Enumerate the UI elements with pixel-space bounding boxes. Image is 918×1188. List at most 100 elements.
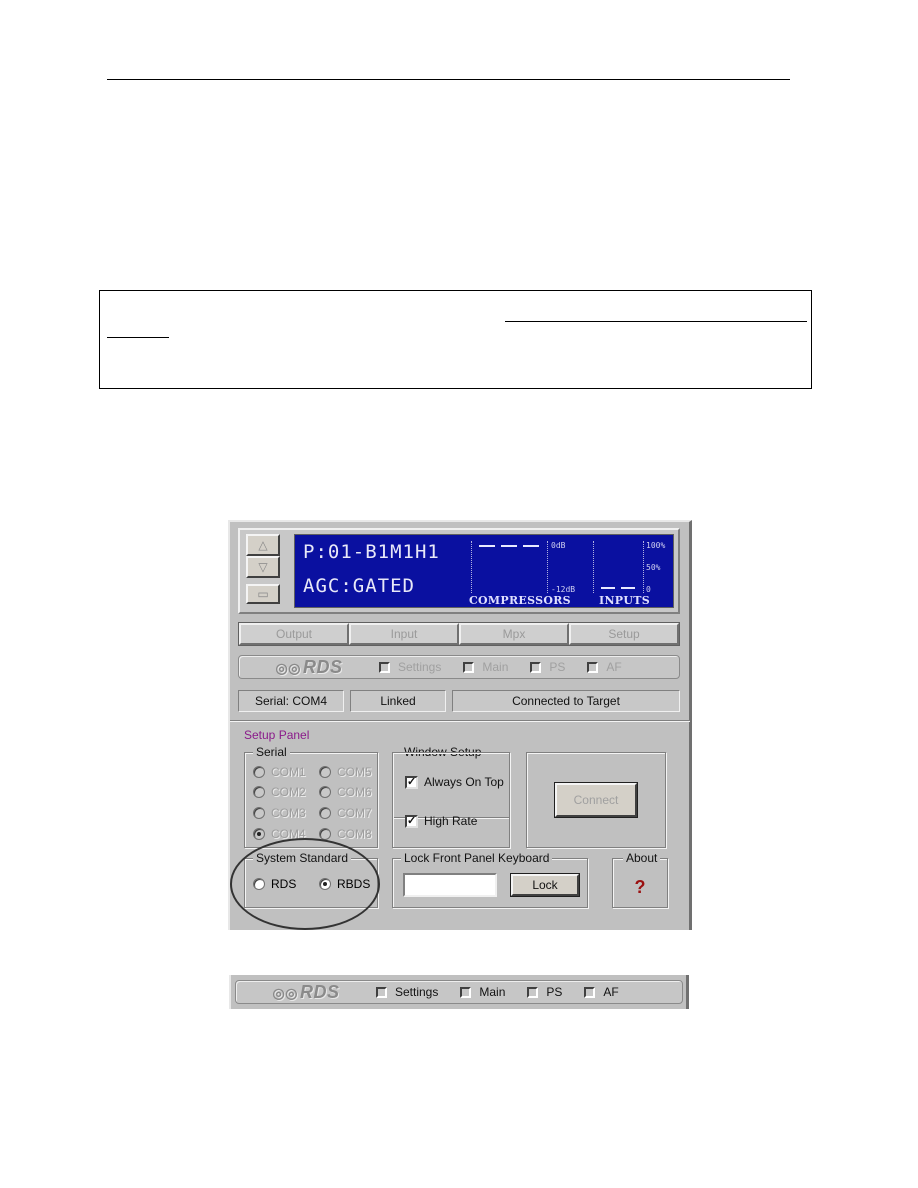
compressor-top-label: 0dB — [551, 541, 566, 550]
input-mid-label: 50% — [646, 563, 661, 572]
rds-item-label: Main — [479, 985, 506, 999]
main-tabs: Output Input Mpx Setup — [238, 622, 680, 646]
rds-item-label: AF — [606, 660, 622, 674]
compressor-bottom-label: -12dB — [551, 585, 576, 594]
radio-icon — [253, 766, 265, 778]
rds-logo: ◎◎ RDS — [239, 657, 379, 678]
radio-label: COM7 — [337, 806, 372, 820]
setup-panel-title: Setup Panel — [244, 728, 310, 742]
rds-rings-icon: ◎◎ — [275, 659, 301, 676]
lock-keyboard-label: Lock Front Panel Keyboard — [401, 851, 553, 865]
radio-label: COM3 — [271, 806, 306, 820]
rds-item-label: Settings — [395, 985, 439, 999]
radio-com2[interactable]: COM2 — [253, 785, 306, 799]
radio-label: RDS — [271, 877, 297, 891]
meter-gridline — [593, 541, 594, 593]
lock-keyboard-group: Lock Front Panel Keyboard Lock — [392, 851, 588, 908]
rds-bar: ◎◎ RDS Settings Main PS AF — [235, 980, 683, 1004]
checkbox-icon — [587, 661, 599, 673]
rds-bar: ◎◎ RDS Settings Main PS AF — [238, 655, 680, 679]
radio-icon — [253, 786, 265, 798]
input-bottom-label: 0 — [646, 585, 651, 594]
input-bar — [621, 587, 635, 589]
rds-item-label: PS — [549, 660, 566, 674]
radio-rbds[interactable]: RBDS — [319, 877, 370, 891]
rds-settings-checkbox[interactable]: Settings — [379, 660, 441, 674]
radio-com5[interactable]: COM5 — [319, 765, 372, 779]
tab-input[interactable]: Input — [349, 623, 459, 645]
radio-label: RBDS — [337, 877, 371, 891]
triangle-down-icon: ▽ — [258, 560, 268, 574]
rds-item-label: PS — [546, 985, 563, 999]
meter-gridline — [643, 541, 644, 593]
radio-rds[interactable]: RDS — [253, 877, 296, 891]
rds-main-checkbox[interactable]: Main — [463, 660, 508, 674]
compressor-bar — [479, 545, 495, 547]
window-setup-frame — [392, 752, 510, 848]
rectangle-icon: ▭ — [257, 587, 269, 601]
rds-af-checkbox[interactable]: AF — [587, 660, 622, 674]
rds-settings-checkbox[interactable]: Settings — [376, 985, 438, 999]
rds-main-checkbox[interactable]: Main — [460, 985, 505, 999]
radio-label: COM6 — [337, 785, 372, 799]
rds-logo: ◎◎ RDS — [236, 982, 376, 1003]
system-standard-group: System Standard RDS RBDS — [244, 851, 378, 908]
system-standard-label: System Standard — [253, 851, 352, 865]
header-rule — [107, 79, 790, 80]
rds-item-label: AF — [603, 985, 619, 999]
meter-gridline — [471, 541, 472, 593]
input-top-label: 100% — [646, 541, 666, 550]
radio-com8[interactable]: COM8 — [319, 827, 372, 841]
rds-ps-checkbox[interactable]: PS — [527, 985, 562, 999]
lcd-line-2: AGC:GATED — [303, 575, 415, 597]
about-group: About ? — [612, 851, 668, 908]
radio-icon — [253, 878, 265, 890]
radio-label: COM5 — [337, 765, 372, 779]
rds-logo-text: RDS — [302, 656, 343, 677]
lcd-screen: P:01-B1M1H1 AGC:GATED 0dB -12dB COMPRESS… — [294, 534, 674, 608]
link-status: Linked — [350, 690, 446, 712]
radio-com7[interactable]: COM7 — [319, 806, 372, 820]
nav-up-button[interactable]: △ — [246, 534, 280, 556]
radio-com4[interactable]: COM4 — [253, 827, 306, 841]
nav-enter-button[interactable]: ▭ — [246, 584, 280, 604]
radio-label: COM8 — [337, 827, 372, 841]
radio-icon — [319, 807, 331, 819]
serial-group-label: Serial — [253, 745, 290, 759]
input-bar — [601, 587, 615, 589]
compressor-bar — [523, 545, 539, 547]
rds-bar-enabled-example: ◎◎ RDS Settings Main PS AF — [229, 975, 689, 1009]
radio-icon — [319, 828, 331, 840]
lock-code-input[interactable] — [403, 873, 497, 897]
checkbox-icon — [463, 661, 475, 673]
triangle-up-icon: △ — [258, 538, 268, 552]
help-question-icon[interactable]: ? — [613, 877, 667, 898]
tab-mpx[interactable]: Mpx — [459, 623, 569, 645]
tab-setup[interactable]: Setup — [569, 623, 679, 645]
connection-status: Connected to Target — [452, 690, 680, 712]
rds-af-checkbox[interactable]: AF — [584, 985, 619, 999]
radio-label: COM2 — [271, 785, 306, 799]
rds-ps-checkbox[interactable]: PS — [530, 660, 565, 674]
rds-item-label: Main — [482, 660, 509, 674]
radio-com1[interactable]: COM1 — [253, 765, 306, 779]
serial-status: Serial: COM4 — [238, 690, 344, 712]
radio-label: COM4 — [271, 827, 306, 841]
nav-down-button[interactable]: ▽ — [246, 556, 280, 578]
front-panel-display: △ ▽ ▭ P:01-B1M1H1 AGC:GATED 0dB -12dB CO… — [238, 528, 680, 614]
radio-icon — [319, 766, 331, 778]
inputs-title: INPUTS — [599, 594, 650, 607]
rds-item-label: Settings — [398, 660, 442, 674]
lcd-line-1: P:01-B1M1H1 — [303, 541, 440, 563]
checkbox-icon — [376, 986, 387, 998]
compressors-title: COMPRESSORS — [469, 594, 571, 607]
about-label: About — [623, 851, 661, 865]
checkbox-icon — [584, 986, 596, 998]
lock-button[interactable]: Lock — [510, 873, 580, 897]
checkbox-icon — [530, 661, 542, 673]
tab-output[interactable]: Output — [239, 623, 349, 645]
radio-com6[interactable]: COM6 — [319, 785, 372, 799]
connect-button[interactable]: Connect — [554, 782, 638, 818]
radio-com3[interactable]: COM3 — [253, 806, 306, 820]
radio-selected-icon — [319, 878, 331, 890]
